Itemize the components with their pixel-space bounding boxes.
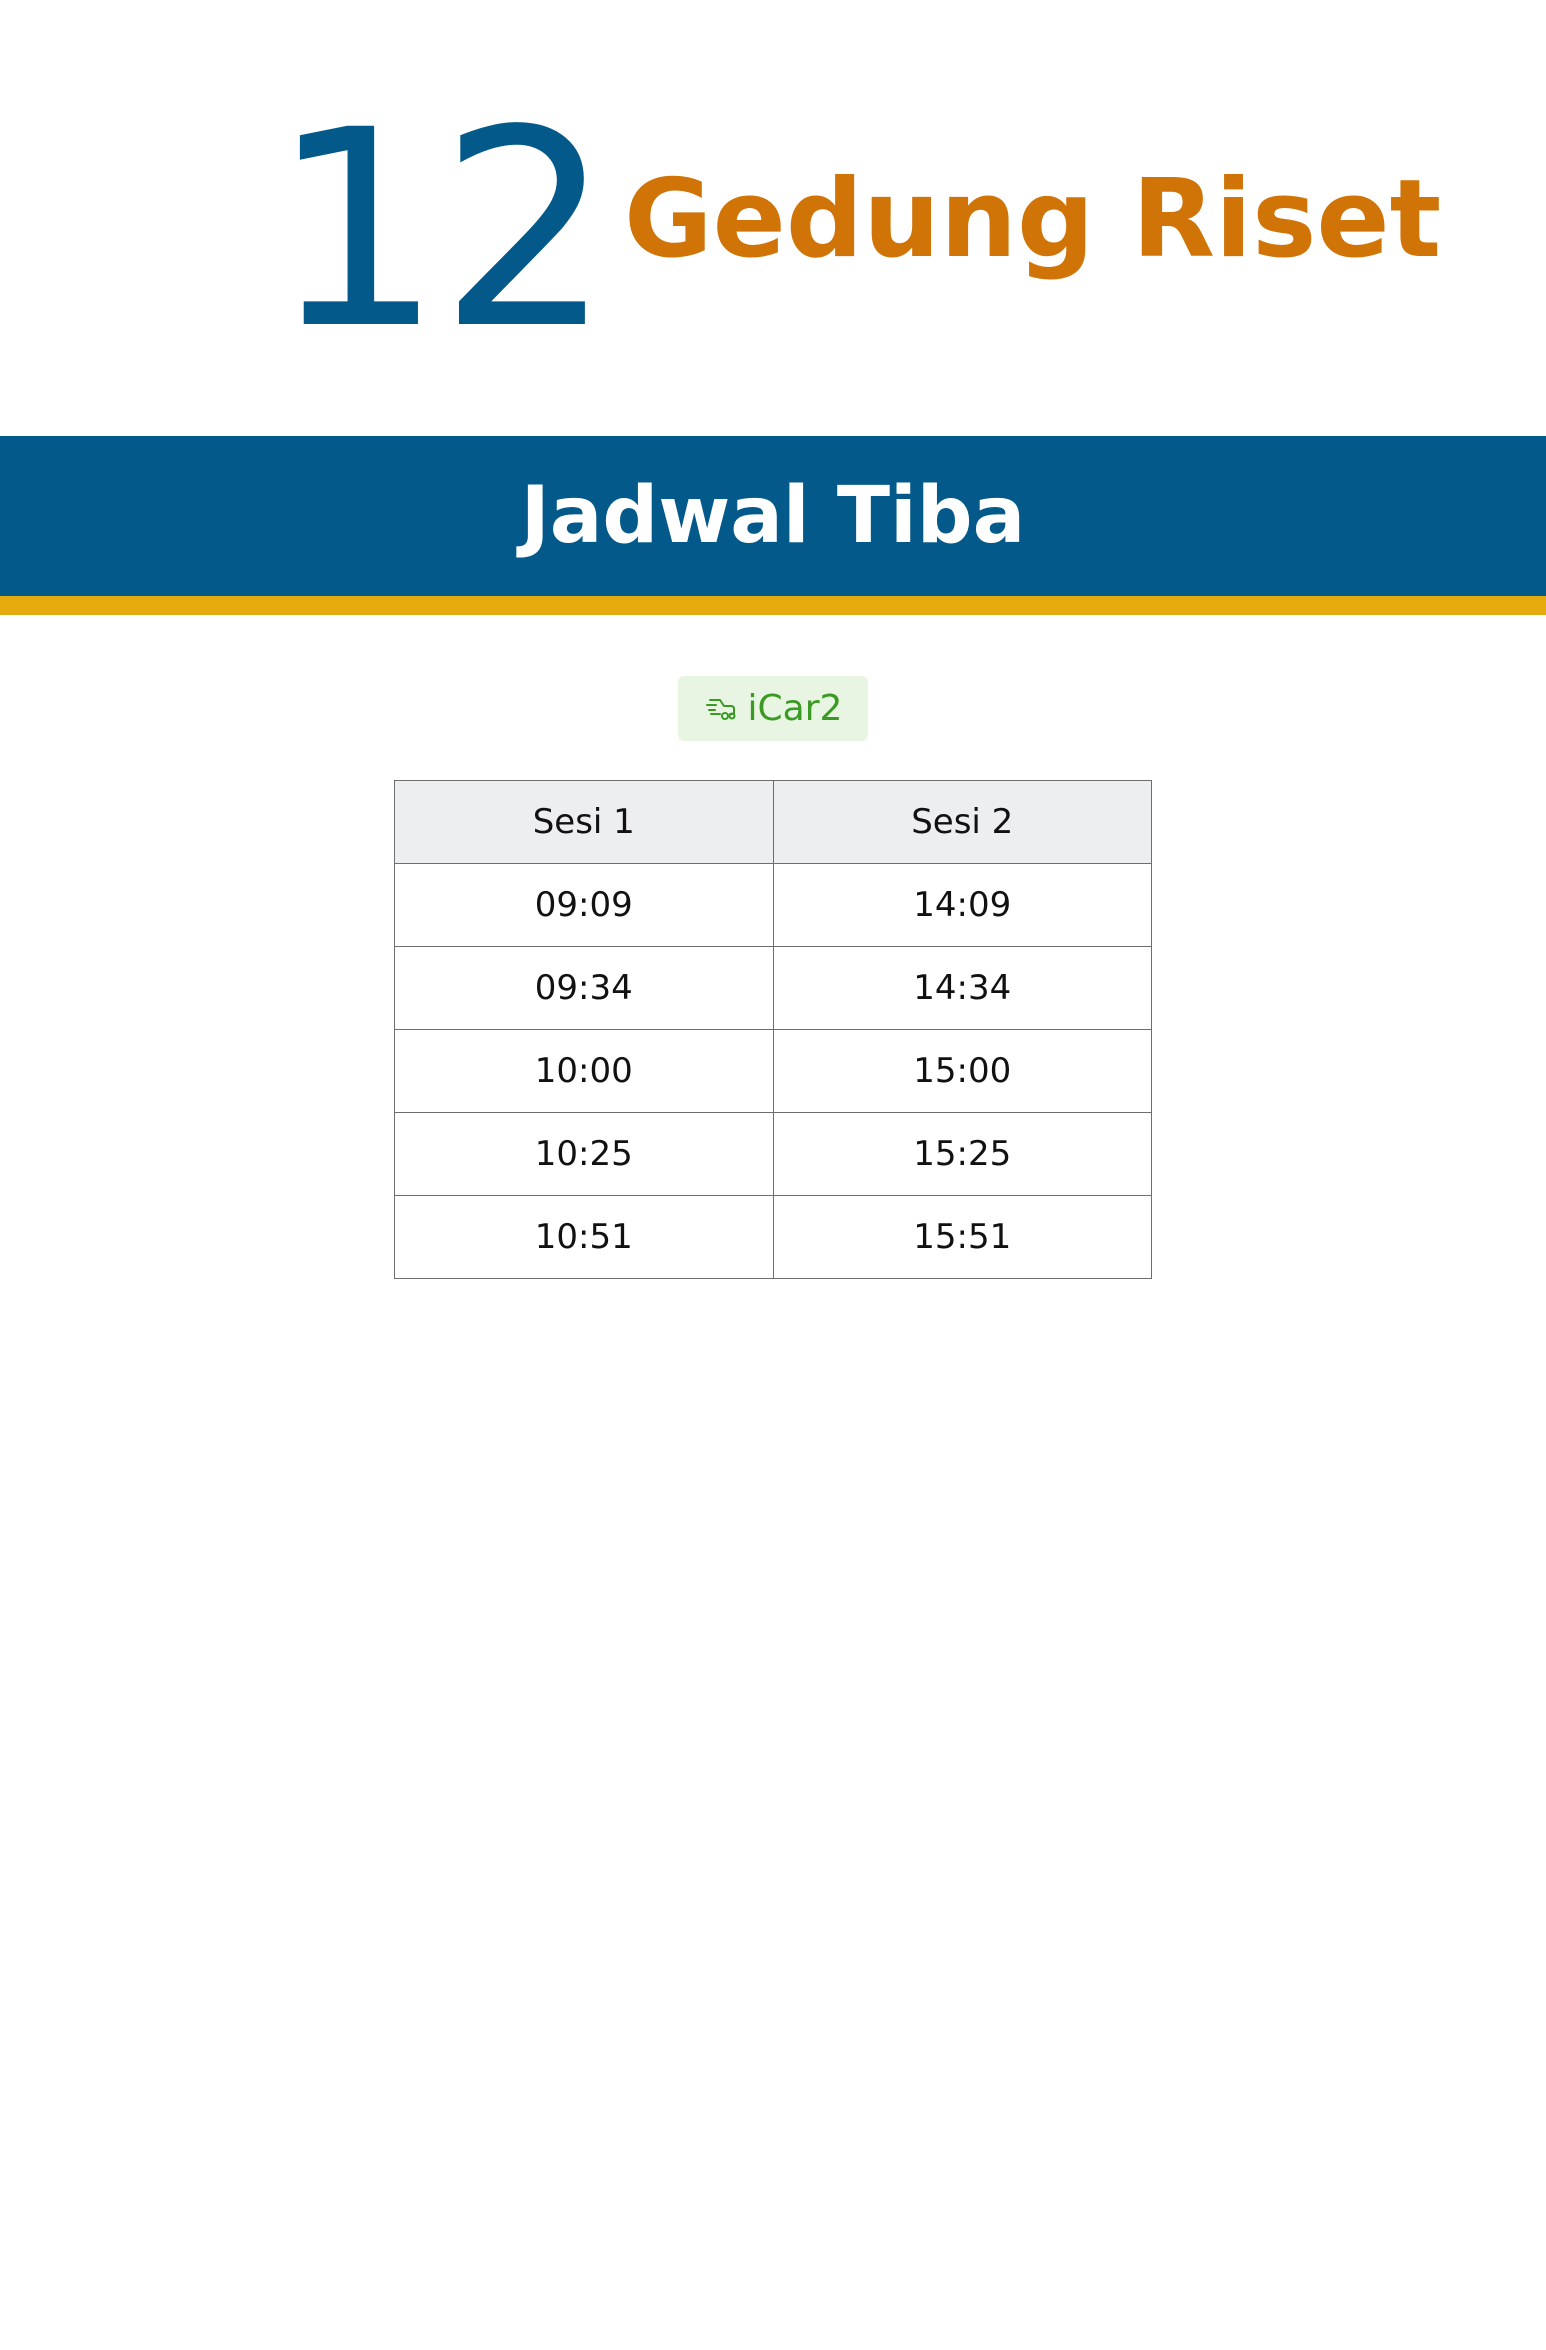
table-cell: 10:51 [394, 1195, 774, 1279]
table-cell: 14:34 [772, 946, 1152, 1030]
stop-number: 12 [270, 73, 612, 389]
table-row: 09:09 14:09 [394, 863, 1152, 947]
table-cell: 15:00 [772, 1029, 1152, 1113]
table-cell: 10:25 [394, 1112, 774, 1196]
table-cell: 15:51 [772, 1195, 1152, 1279]
schedule-table: Sesi 1 Sesi 2 09:09 14:09 09:34 14:34 10… [394, 780, 1152, 1279]
table-header-row: Sesi 1 Sesi 2 [394, 780, 1152, 864]
table-cell: 15:25 [772, 1112, 1152, 1196]
car-icon [704, 692, 738, 726]
table-row: 09:34 14:34 [394, 946, 1152, 1030]
table-row: 10:25 15:25 [394, 1112, 1152, 1196]
table-cell: 10:00 [394, 1029, 774, 1113]
page-title: Jadwal Tiba [520, 471, 1026, 561]
route-label: iCar2 [747, 687, 843, 729]
table-row: 10:51 15:51 [394, 1195, 1152, 1279]
schedule-banner: Jadwal Tiba [0, 436, 1546, 615]
stop-name: Gedung Riset [624, 157, 1442, 282]
table-cell: 09:09 [394, 863, 774, 947]
column-header-session-1: Sesi 1 [394, 780, 774, 864]
table-cell: 09:34 [394, 946, 774, 1030]
table-row: 10:00 15:00 [394, 1029, 1152, 1113]
table-cell: 14:09 [772, 863, 1152, 947]
column-header-session-2: Sesi 2 [772, 780, 1152, 864]
route-badge[interactable]: iCar2 [678, 676, 868, 741]
